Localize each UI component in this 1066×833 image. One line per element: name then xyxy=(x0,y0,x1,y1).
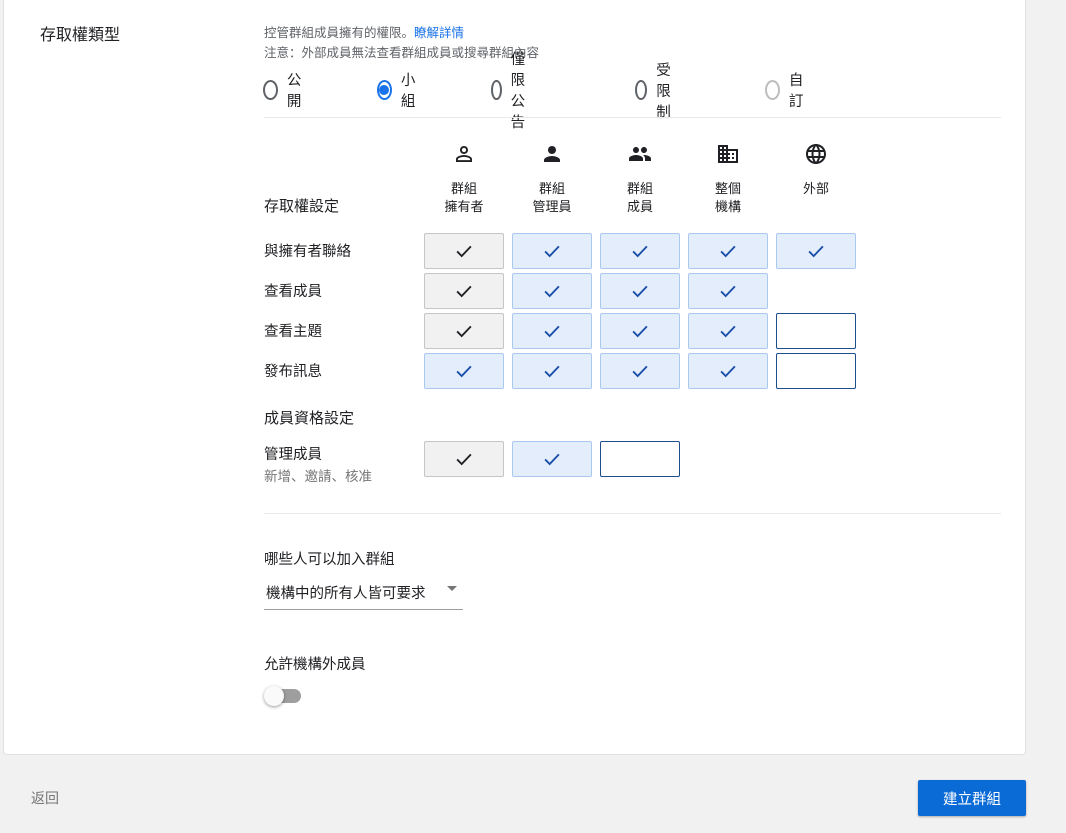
join-policy-label: 哪些人可以加入群組 xyxy=(264,552,395,568)
radio-circle-icon xyxy=(765,80,780,100)
permission-cell[interactable] xyxy=(688,353,768,389)
column-header-4: 外部 xyxy=(802,182,829,197)
permission-cell[interactable] xyxy=(512,353,592,389)
column-header-0: 群組 擁有者 xyxy=(444,182,484,215)
check-icon xyxy=(717,240,739,262)
access-description: 控管群組成員擁有的權限。瞭解詳情 xyxy=(264,22,464,41)
permission-cell[interactable] xyxy=(512,313,592,349)
description-text: 控管群組成員擁有的權限。 xyxy=(264,25,415,40)
permission-cell[interactable] xyxy=(512,273,592,309)
check-icon xyxy=(541,280,563,302)
permission-cell[interactable] xyxy=(600,353,680,389)
permission-cell[interactable] xyxy=(776,233,856,269)
radio-circle-icon xyxy=(263,80,278,100)
check-icon xyxy=(629,320,651,342)
membership-row-label: 管理成員 xyxy=(264,447,322,463)
radio-label: 僅限公告 xyxy=(510,52,526,131)
permission-cell[interactable] xyxy=(776,313,856,349)
check-icon xyxy=(717,280,739,302)
permission-cell[interactable] xyxy=(776,353,856,389)
person-icon xyxy=(540,142,564,166)
column-header-1: 群組 管理員 xyxy=(532,182,572,215)
permission-cell[interactable] xyxy=(688,233,768,269)
divider xyxy=(264,513,1001,514)
access-settings-label: 存取權設定 xyxy=(264,197,340,215)
check-icon xyxy=(717,320,739,342)
check-icon xyxy=(453,280,475,302)
membership-settings-label: 成員資格設定 xyxy=(264,409,355,427)
permission-cell xyxy=(424,273,504,309)
external-members-toggle[interactable] xyxy=(264,684,302,708)
check-icon xyxy=(629,280,651,302)
radio-label: 公開 xyxy=(286,73,302,110)
permission-cell[interactable] xyxy=(512,441,592,477)
check-icon xyxy=(541,240,563,262)
radio-circle-icon xyxy=(377,80,392,100)
create-group-button[interactable]: 建立群組 xyxy=(918,780,1026,816)
permission-cell[interactable] xyxy=(512,233,592,269)
join-policy-value: 機構中的所有人皆可要求 xyxy=(266,586,426,602)
check-icon xyxy=(453,448,475,470)
person-outline-icon xyxy=(452,142,476,166)
external-members-label: 允許機構外成員 xyxy=(264,657,366,673)
permission-cell xyxy=(424,313,504,349)
settings-card: 存取權類型 控管群組成員擁有的權限。瞭解詳情 注意：外部成員無法查看群組成員或搜… xyxy=(3,0,1026,755)
permission-cell[interactable] xyxy=(600,233,680,269)
radio-circle-icon xyxy=(491,80,502,100)
building-icon xyxy=(716,142,740,166)
access-type-radio-3[interactable]: 受限制 xyxy=(635,63,679,121)
radio-circle-icon xyxy=(635,80,648,100)
access-type-radio-2[interactable]: 僅限公告 xyxy=(491,52,535,131)
access-row-label: 與擁有者聯絡 xyxy=(264,244,351,260)
access-type-radio-0[interactable]: 公開 xyxy=(263,73,307,110)
check-icon xyxy=(541,448,563,470)
globe-icon xyxy=(804,142,828,166)
dropdown-arrow-icon xyxy=(447,586,457,591)
permission-cell[interactable] xyxy=(688,313,768,349)
access-row-label: 查看主題 xyxy=(264,324,322,340)
radio-label: 受限制 xyxy=(656,62,671,121)
membership-row-sublabel: 新增、邀請、核准 xyxy=(264,469,372,485)
join-policy-select[interactable]: 機構中的所有人皆可要求 xyxy=(264,576,463,610)
check-icon xyxy=(453,360,475,382)
radio-label: 小組 xyxy=(400,73,416,110)
permission-cell[interactable] xyxy=(600,313,680,349)
people-icon xyxy=(628,142,652,166)
check-icon xyxy=(453,320,475,342)
back-button[interactable]: 返回 xyxy=(31,788,59,808)
permission-cell[interactable] xyxy=(688,273,768,309)
check-icon xyxy=(717,360,739,382)
check-icon xyxy=(541,360,563,382)
permission-cell[interactable] xyxy=(424,353,504,389)
permission-cell[interactable] xyxy=(600,441,680,477)
check-icon xyxy=(629,360,651,382)
permission-cell[interactable] xyxy=(600,273,680,309)
check-icon xyxy=(453,240,475,262)
external-note: 注意：外部成員無法查看群組成員或搜尋群組內容 xyxy=(264,45,540,60)
learn-more-link[interactable]: 瞭解詳情 xyxy=(414,25,464,40)
access-type-radio-4: 自訂 xyxy=(765,73,809,110)
check-icon xyxy=(805,240,827,262)
column-header-3: 整個 機構 xyxy=(714,182,741,215)
access-row-label: 發布訊息 xyxy=(264,364,322,380)
access-type-radio-1[interactable]: 小組 xyxy=(377,73,421,110)
permission-cell xyxy=(424,441,504,477)
check-icon xyxy=(541,320,563,342)
radio-label: 自訂 xyxy=(788,73,804,110)
access-row-label: 查看成員 xyxy=(264,284,322,300)
column-header-2: 群組 成員 xyxy=(626,182,653,215)
permission-cell xyxy=(424,233,504,269)
toggle-thumb xyxy=(264,686,284,706)
section-title: 存取權類型 xyxy=(40,25,121,44)
divider xyxy=(264,117,1001,118)
check-icon xyxy=(629,240,651,262)
